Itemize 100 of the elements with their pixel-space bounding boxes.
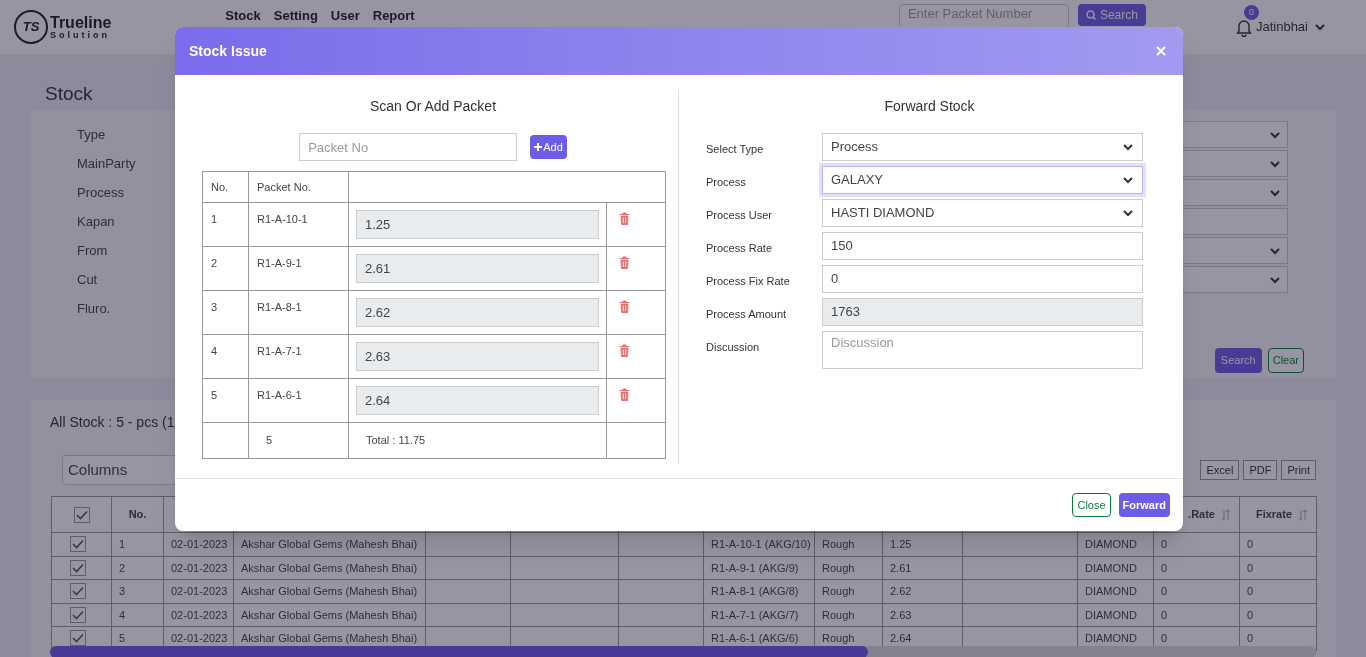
column-header[interactable]: .Rate [1188, 506, 1215, 523]
trash-icon [619, 300, 630, 313]
filter-label: Process [77, 183, 125, 202]
search-icon [1085, 10, 1096, 20]
row-checkbox[interactable] [70, 583, 86, 600]
search-button[interactable]: Search [1077, 4, 1146, 26]
checkmark-icon [72, 633, 84, 644]
select-all-checkbox[interactable] [73, 506, 90, 523]
trash-icon [619, 344, 630, 357]
logo-subtitle: Solution [50, 30, 111, 40]
nav-link[interactable]: Report [372, 6, 415, 26]
total-count: 5 [266, 434, 273, 447]
input-field[interactable]: 0 [822, 265, 1143, 293]
scrollbar-thumb[interactable] [50, 646, 868, 657]
close-icon [1156, 46, 1166, 56]
input-field[interactable]: 150 [822, 232, 1143, 260]
export-button[interactable]: PDF [1243, 460, 1278, 480]
dropdown-value: GALAXY [831, 171, 884, 190]
chevron-down-icon [1269, 159, 1281, 168]
table-cell: R1-A-7-1 (AKG/7) [711, 608, 799, 621]
checkmark-icon [72, 562, 84, 573]
delete-button[interactable] [619, 300, 631, 313]
row-checkbox[interactable] [70, 606, 86, 623]
checkmark-icon [72, 539, 84, 550]
trash-icon [619, 212, 630, 225]
table-cell: R1-A-9-1 [257, 257, 302, 269]
bell-icon [1233, 17, 1254, 37]
section-title: Forward Stock [883, 97, 976, 116]
table-cell: Rough [822, 585, 855, 597]
weight-field[interactable]: 2.63 [356, 342, 599, 371]
nav-link[interactable]: Stock [225, 6, 261, 26]
row-checkbox[interactable] [70, 630, 86, 647]
trash-icon [619, 256, 630, 269]
table-cell: Rough [822, 632, 855, 644]
sort-icon [1298, 508, 1308, 521]
packet-field[interactable]: Packet No [299, 133, 518, 161]
delete-button[interactable] [619, 256, 631, 269]
export-button[interactable]: Print [1281, 460, 1316, 480]
table-cell: R1-A-6-1 (AKG/6) [711, 632, 799, 644]
dropdown-value: HASTI DIAMOND [831, 204, 935, 223]
weight-field[interactable]: 2.61 [356, 254, 599, 283]
checkmark-icon [72, 586, 84, 597]
export-button[interactable]: Excel [1200, 460, 1240, 480]
section-title: Scan Or Add Packet [368, 97, 498, 116]
dialog-title: Stock Issue [189, 41, 267, 61]
weight-field[interactable]: 2.62 [356, 298, 599, 327]
table-cell: 02-01-2023 [171, 585, 228, 597]
close-button[interactable]: Close [1072, 493, 1111, 517]
table-cell: R1-A-10-1 [257, 213, 308, 225]
filter-label: Type [77, 125, 107, 144]
table-cell: 1 [211, 213, 218, 225]
stock-summary: All Stock : 5 - pcs (1 [50, 413, 175, 432]
row-checkbox[interactable] [70, 536, 86, 553]
table-cell: DIAMOND [1085, 632, 1137, 644]
table-cell: 0 [1247, 632, 1254, 644]
table-cell: Rough [822, 538, 855, 550]
table-cell: 2.61 [890, 561, 912, 574]
table-cell: R1-A-8-1 (AKG/8) [711, 585, 799, 597]
weight-field[interactable]: 1.25 [356, 210, 599, 239]
trash-icon [619, 388, 630, 401]
filter-label: MainParty [77, 154, 137, 173]
field-label: Process Fix Rate [706, 274, 791, 289]
add-button[interactable]: Add [530, 135, 567, 159]
table-cell: 2 [119, 561, 126, 574]
table-cell: R1-A-7-1 [257, 345, 302, 357]
delete-button[interactable] [619, 344, 631, 357]
table-cell: Akshar Global Gems (Mahesh Bhai) [241, 538, 418, 550]
filter-label: From [77, 241, 109, 260]
chevron-down-icon [1269, 130, 1281, 139]
dropdown-field[interactable]: HASTI DIAMOND [822, 199, 1143, 227]
table-cell: Rough [822, 608, 855, 621]
dropdown-field[interactable]: Process [822, 133, 1143, 161]
table-cell: 1 [119, 538, 126, 550]
chevron-down-icon [1122, 209, 1134, 217]
delete-button[interactable] [619, 212, 631, 225]
table-cell: 02-01-2023 [171, 538, 228, 550]
table-cell: DIAMOND [1085, 538, 1137, 550]
nav-link[interactable]: User [330, 6, 360, 26]
user-menu[interactable]: Jatinbhai [1255, 17, 1326, 37]
table-cell: Akshar Global Gems (Mahesh Bhai) [241, 585, 418, 597]
nav-link[interactable]: Setting [273, 6, 318, 26]
row-checkbox[interactable] [70, 559, 86, 576]
text-area[interactable]: Discussion [822, 331, 1143, 369]
weight-field[interactable]: 2.64 [356, 386, 599, 415]
clear-button[interactable]: Clear [1267, 348, 1304, 373]
table-cell: 02-01-2023 [171, 608, 228, 621]
table-cell: R1-A-9-1 (AKG/9) [711, 561, 799, 574]
dropdown-field[interactable]: GALAXY [822, 166, 1143, 194]
table-cell: Akshar Global Gems (Mahesh Bhai) [241, 608, 418, 621]
page-title: Stock [45, 82, 93, 106]
table-cell: Akshar Global Gems (Mahesh Bhai) [241, 632, 418, 644]
field-label: Select Type [706, 142, 765, 157]
search-button[interactable]: Search [1214, 348, 1262, 373]
chevron-down-icon [1122, 143, 1134, 151]
table-cell: DIAMOND [1085, 585, 1137, 597]
delete-button[interactable] [619, 388, 631, 401]
table-cell: R1-A-10-1 (AKG/10) [711, 538, 811, 550]
field-label: Process User [706, 208, 774, 223]
forward-button[interactable]: Forward [1118, 493, 1170, 517]
table-cell: 0 [1247, 585, 1254, 597]
